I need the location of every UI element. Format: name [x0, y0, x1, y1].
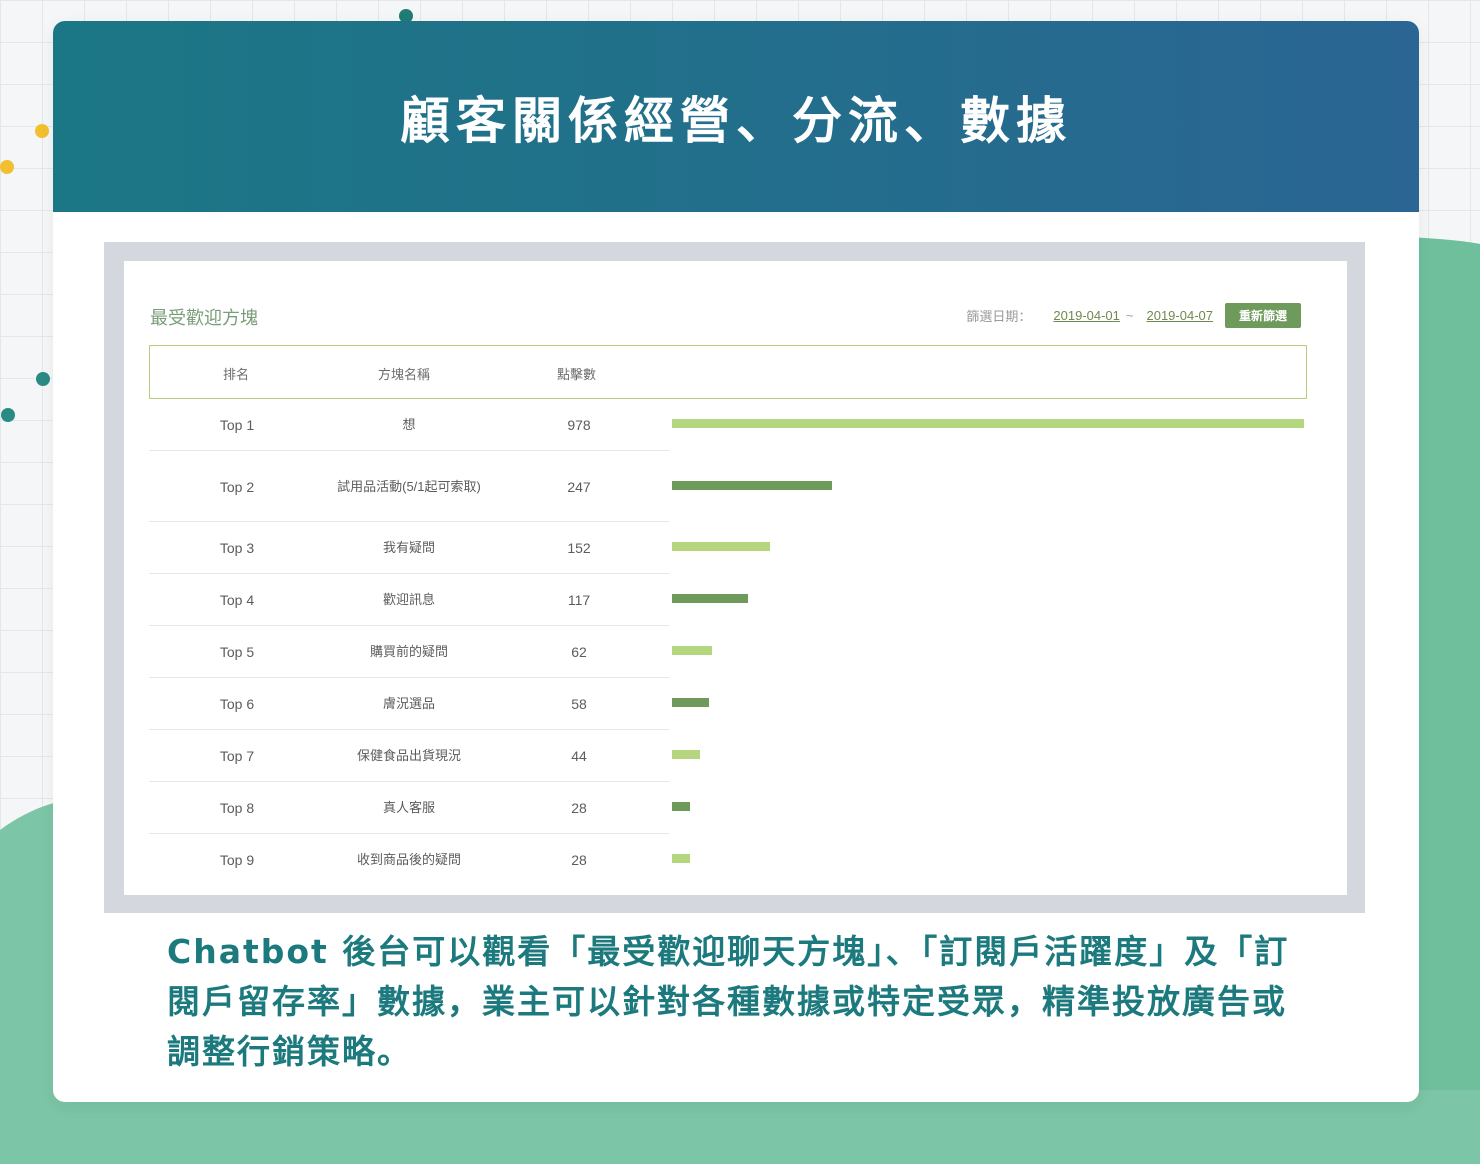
table-row: Top 2 試用品活動(5/1起可索取) 247: [149, 451, 1307, 522]
bar-track: [672, 730, 1305, 782]
date-to-link[interactable]: 2019-04-07: [1146, 308, 1213, 323]
date-separator: ~: [1125, 308, 1134, 323]
page-title: 顧客關係經營、分流、數據: [400, 91, 1072, 150]
table-row: Top 7 保健食品出貨現況 44: [149, 730, 1307, 782]
table-row: Top 5 購買前的疑問 62: [149, 626, 1307, 678]
clicks-cell: 44: [571, 748, 587, 764]
block-name-cell: 我有疑問: [382, 540, 435, 555]
table-row: Top 8 真人客服 28: [149, 782, 1307, 834]
screenshot-frame: 最受歡迎方塊 篩選日期： 2019-04-01 ~ 2019-04-07 重新篩…: [104, 242, 1365, 913]
column-header-clicks: 點擊數: [557, 367, 597, 382]
clicks-cell: 247: [567, 478, 591, 495]
chart-bar: [672, 750, 700, 759]
popular-blocks-panel: 最受歡迎方塊 篩選日期： 2019-04-01 ~ 2019-04-07 重新篩…: [124, 261, 1347, 895]
chart-bar: [672, 854, 690, 863]
rank-cell: Top 6: [219, 696, 255, 712]
bar-track: [672, 399, 1305, 451]
bar-track: [672, 574, 1305, 626]
chart-bar: [672, 646, 712, 655]
bar-track: [672, 522, 1305, 574]
decorative-dot: [36, 372, 50, 386]
bar-track: [672, 626, 1305, 678]
description-caption: Chatbot 後台可以觀看「最受歡迎聊天方塊」、「訂閱戶活躍度」及「訂閱戶留存…: [167, 932, 1290, 1071]
ranking-table: Top 1 想 978 Top 2 試用品活動(5/1起可索取) 247 Top…: [149, 399, 1307, 886]
refilter-button[interactable]: 重新篩選: [1224, 303, 1301, 328]
clicks-cell: 62: [571, 644, 587, 660]
block-name-cell: 想: [402, 417, 416, 432]
card-header: 顧客關係經營、分流、數據: [53, 21, 1419, 212]
clicks-cell: 978: [567, 417, 591, 433]
date-from-link[interactable]: 2019-04-01: [1053, 308, 1120, 323]
bar-track: [672, 782, 1305, 834]
table-row: Top 4 歡迎訊息 117: [149, 574, 1307, 626]
block-name-cell: 真人客服: [382, 800, 435, 815]
column-header-name: 方塊名稱: [378, 367, 431, 382]
bar-track: [672, 451, 1305, 522]
table-row: Top 9 收到商品後的疑問 28: [149, 834, 1307, 886]
decorative-dot: [1, 408, 15, 422]
rank-cell: Top 2: [219, 478, 255, 495]
rank-cell: Top 5: [219, 644, 255, 660]
content-card: 顧客關係經營、分流、數據 最受歡迎方塊 篩選日期： 2019-04-01 ~ 2…: [53, 21, 1419, 1102]
rank-cell: Top 7: [219, 748, 255, 764]
rank-cell: Top 8: [219, 800, 255, 816]
block-name-cell: 歡迎訊息: [382, 592, 435, 607]
date-filter: 篩選日期： 2019-04-01 ~ 2019-04-07 重新篩選: [966, 303, 1301, 328]
table-row: Top 6 膚況選品 58: [149, 678, 1307, 730]
chart-bar: [672, 802, 690, 811]
decorative-dot: [35, 124, 49, 138]
rank-cell: Top 4: [219, 592, 255, 608]
column-header-rank: 排名: [223, 367, 250, 382]
table-header: 排名 方塊名稱 點擊數: [149, 345, 1307, 399]
block-name-cell: 購買前的疑問: [369, 644, 448, 659]
panel-title: 最受歡迎方塊: [150, 308, 258, 329]
decorative-dot: [0, 160, 14, 174]
chart-bar: [672, 594, 748, 603]
bar-track: [672, 678, 1305, 730]
chart-bar: [672, 419, 1304, 428]
block-name-cell: 收到商品後的疑問: [356, 852, 461, 867]
chart-bar: [672, 480, 832, 490]
clicks-cell: 58: [571, 696, 587, 712]
chart-bar: [672, 698, 709, 707]
clicks-cell: 28: [571, 800, 587, 816]
clicks-cell: 117: [567, 592, 591, 608]
clicks-cell: 28: [571, 852, 587, 868]
table-row: Top 3 我有疑問 152: [149, 522, 1307, 574]
chart-bar: [672, 542, 770, 551]
clicks-cell: 152: [567, 540, 591, 556]
block-name-cell: 試用品活動(5/1起可索取): [337, 478, 481, 494]
block-name-cell: 膚況選品: [382, 696, 435, 711]
table-row: Top 1 想 978: [149, 399, 1307, 451]
bar-track: [672, 834, 1305, 886]
block-name-cell: 保健食品出貨現況: [356, 748, 461, 763]
rank-cell: Top 3: [219, 540, 255, 556]
filter-label: 篩選日期：: [966, 309, 1032, 324]
rank-cell: Top 9: [219, 852, 255, 868]
rank-cell: Top 1: [219, 417, 255, 433]
